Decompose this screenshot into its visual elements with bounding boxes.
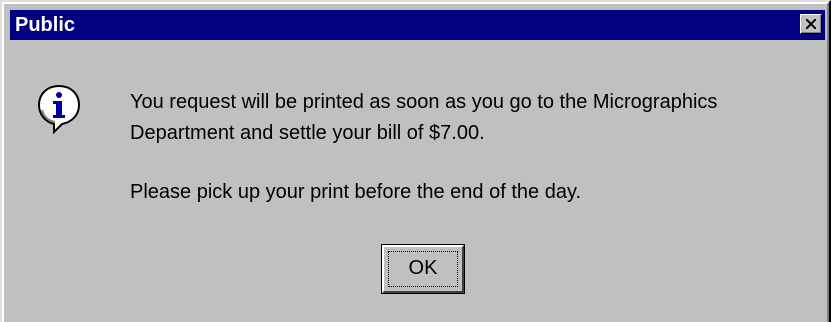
message-line-primary: You request will be printed as soon as y… (130, 91, 718, 144)
message-line-secondary: Please pick up your print before the end… (130, 181, 582, 203)
title-bar[interactable]: Public (10, 10, 825, 40)
ok-button[interactable]: OK (381, 244, 465, 294)
close-button[interactable] (800, 14, 822, 34)
message-dialog: Public You request will be printed as so… (0, 0, 831, 322)
dialog-frame: Public You request will be printed as so… (2, 2, 829, 322)
close-icon (806, 19, 816, 29)
information-icon (37, 84, 81, 134)
window-title: Public (15, 14, 76, 36)
message-text: You request will be printed as soon as y… (130, 87, 820, 208)
ok-button-label: OK (408, 257, 438, 279)
